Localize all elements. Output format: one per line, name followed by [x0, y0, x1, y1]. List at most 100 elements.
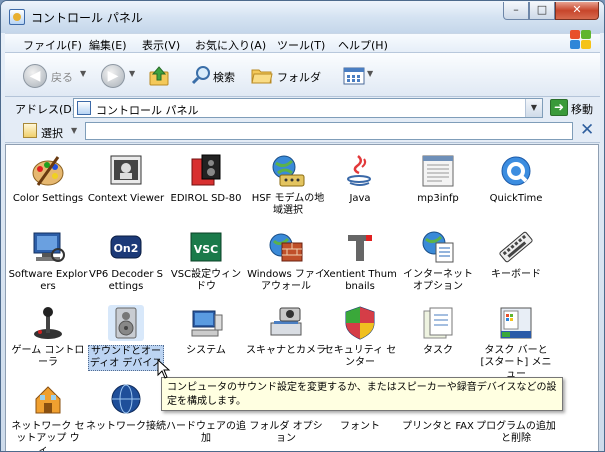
control-panel-window: コントロール パネル – □ ✕ ファイル(F) 編集(E) 表示(V) お気に… — [0, 0, 605, 452]
forward-button[interactable]: ▶ — [101, 64, 125, 88]
title-bar[interactable]: コントロール パネル – □ ✕ — [1, 1, 604, 33]
folders-button[interactable]: フォルダ — [277, 69, 321, 85]
modem-icon — [270, 153, 306, 189]
menu-favorites[interactable]: お気に入り(A) — [195, 37, 266, 53]
item-vp6[interactable]: On2 VP6 Decoder Settings — [86, 225, 166, 299]
minimize-button[interactable]: – — [503, 2, 529, 20]
select-bar: 選択 ▼ ✕ — [5, 119, 600, 143]
xentient-icon — [342, 229, 378, 265]
item-system[interactable]: システム — [166, 301, 246, 375]
up-folder-icon[interactable] — [148, 65, 170, 87]
item-scanners-cameras[interactable]: スキャナとカメラ — [246, 301, 326, 375]
internet-options-icon — [420, 229, 456, 265]
item-sound-audio-devices[interactable]: サウンドとオーディオ デバイス — [86, 301, 166, 375]
close-button[interactable]: ✕ — [555, 2, 599, 20]
item-label: プリンタと FAX — [402, 421, 474, 432]
item-label: ネットワーク接続 — [86, 421, 166, 432]
address-input[interactable]: コントロール パネル ▼ — [73, 98, 543, 118]
item-quicktime[interactable]: QuickTime — [476, 149, 556, 223]
tasks-icon — [420, 305, 456, 341]
item-label: ネットワーク セットアップ ウィ... — [11, 421, 85, 452]
item-label: ゲーム コントローラ — [11, 345, 85, 368]
svg-text:On2: On2 — [114, 242, 139, 255]
item-label: システム — [186, 345, 226, 356]
game-controller-icon — [30, 305, 66, 341]
taskbar-icon — [498, 305, 534, 341]
quicktime-icon — [498, 153, 534, 189]
item-label: キーボード — [491, 269, 541, 280]
item-label: HSF モデムの地域選択 — [251, 193, 325, 216]
views-dropdown-icon[interactable]: ▼ — [367, 69, 373, 78]
item-network-setup[interactable]: ネットワーク セットアップ ウィ... — [8, 377, 88, 451]
control-panel-icon — [77, 101, 91, 115]
item-label: セキュリティ センター — [323, 345, 397, 368]
color-settings-icon — [30, 153, 66, 189]
item-software-explorers[interactable]: Software Explorers — [8, 225, 88, 299]
menu-edit[interactable]: 編集(E) — [89, 37, 127, 53]
select-button[interactable]: 選択 ▼ — [23, 122, 83, 140]
address-bar: アドレス(D) コントロール パネル ▼ ➜ 移動 — [5, 97, 600, 119]
item-label: Software Explorers — [8, 269, 88, 292]
back-button[interactable]: ◀ — [23, 64, 47, 88]
item-label: インターネット オプション — [403, 269, 473, 292]
system-icon — [188, 305, 224, 341]
search-button[interactable]: 検索 — [213, 69, 235, 85]
item-network-connections[interactable]: ネットワーク接続 — [86, 377, 166, 451]
menu-help[interactable]: ヘルプ(H) — [338, 37, 388, 53]
window-title: コントロール パネル — [31, 11, 143, 25]
menu-bar: ファイル(F) 編集(E) 表示(V) お気に入り(A) ツール(T) ヘルプ(… — [5, 33, 600, 53]
item-xentient[interactable]: Xentient Thumbnails — [320, 225, 400, 299]
views-icon[interactable] — [343, 67, 365, 85]
item-edirol[interactable]: EDIROL SD-80 — [166, 149, 246, 223]
item-context-viewer[interactable]: Context Viewer — [86, 149, 166, 223]
item-label: QuickTime — [489, 193, 543, 204]
menu-view[interactable]: 表示(V) — [142, 37, 180, 53]
folders-icon[interactable] — [251, 65, 273, 85]
item-internet-options[interactable]: インターネット オプション — [398, 225, 478, 299]
item-label: Java — [349, 193, 371, 204]
back-dropdown-icon[interactable]: ▼ — [80, 69, 86, 78]
item-tasks[interactable]: タスク — [398, 301, 478, 375]
forward-dropdown-icon[interactable]: ▼ — [129, 69, 135, 78]
maximize-button[interactable]: □ — [529, 2, 555, 20]
close-search-icon[interactable]: ✕ — [580, 120, 594, 140]
select-label: 選択 — [41, 127, 63, 140]
item-keyboard[interactable]: キーボード — [476, 225, 556, 299]
go-button[interactable]: 移動 — [571, 101, 593, 117]
item-label: タスク バーと [スタート] メニュー — [480, 345, 552, 380]
control-panel-icon — [9, 9, 25, 25]
item-mp3infp[interactable]: mp3infp — [398, 149, 478, 223]
search-input[interactable] — [85, 122, 573, 140]
back-label: 戻る — [51, 71, 73, 84]
select-icon — [23, 123, 37, 138]
keyboard-icon — [498, 229, 534, 265]
item-taskbar-start-menu[interactable]: タスク バーと [スタート] メニュー — [476, 301, 556, 380]
item-label: Xentient Thumbnails — [323, 269, 397, 292]
item-firewall[interactable]: Windows ファイアウォール — [246, 225, 326, 299]
vp6-icon: On2 — [108, 229, 144, 265]
address-dropdown-icon[interactable]: ▼ — [525, 99, 542, 117]
item-label: Color Settings — [12, 193, 84, 204]
menu-file[interactable]: ファイル(F) — [23, 37, 82, 53]
scanner-camera-icon — [268, 305, 304, 341]
java-icon — [342, 153, 378, 189]
item-label: フォルダ オプション — [249, 421, 323, 444]
item-label: Context Viewer — [87, 193, 165, 204]
item-label: mp3infp — [417, 193, 459, 204]
item-color-settings[interactable]: Color Settings — [8, 149, 88, 223]
address-label: アドレス(D) — [15, 103, 77, 116]
item-security-center[interactable]: セキュリティ センター — [320, 301, 400, 375]
item-java[interactable]: Java — [320, 149, 400, 223]
item-label: タスク — [423, 345, 453, 356]
item-label: VSC設定ウィンドウ — [170, 269, 242, 292]
menu-tools[interactable]: ツール(T) — [277, 37, 325, 53]
item-label: フォント — [340, 421, 380, 432]
item-modem[interactable]: HSF モデムの地域選択 — [248, 149, 328, 223]
item-vsc[interactable]: VSC VSC設定ウィンドウ — [166, 225, 246, 299]
item-game-controllers[interactable]: ゲーム コントローラ — [8, 301, 88, 375]
toolbar: ◀ 戻る ▼ ▶ ▼ 検索 フォルダ ▼ — [5, 53, 600, 97]
item-label: EDIROL SD-80 — [170, 193, 242, 204]
search-icon[interactable] — [191, 65, 211, 85]
select-dropdown-icon: ▼ — [71, 126, 78, 135]
go-arrow-icon[interactable]: ➜ — [550, 99, 568, 116]
